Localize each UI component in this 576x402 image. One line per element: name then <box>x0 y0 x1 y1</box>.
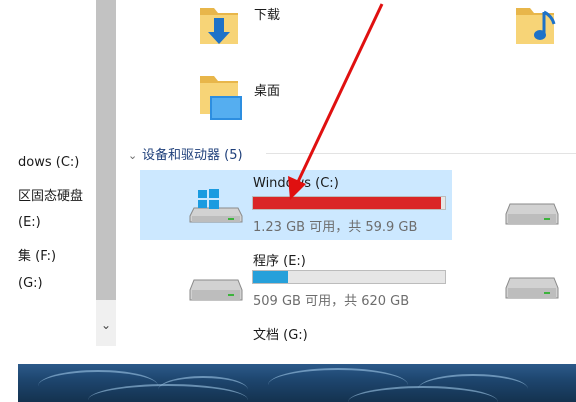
nav-item-f-drive[interactable]: 集 (F:) <box>18 245 56 264</box>
nav-item-ssd[interactable]: 区固态硬盘 <box>18 185 83 204</box>
navigation-pane: dows (C:) 区固态硬盘 (E:) 集 (F:) (G:) <box>0 0 96 346</box>
drive-c-name: Windows (C:) <box>253 176 339 191</box>
folder-downloads-label: 下载 <box>254 8 281 23</box>
folder-desktop[interactable]: 桌面 <box>196 72 336 126</box>
scroll-down-icon[interactable]: ⌄ <box>96 314 116 336</box>
drive-e-name: 程序 (E:) <box>253 254 306 269</box>
downloads-folder-icon <box>200 8 238 44</box>
nav-scrollbar[interactable]: ⌄ <box>96 0 116 346</box>
drive-icon <box>189 279 243 301</box>
drive-e-usage-fill <box>253 271 288 283</box>
devices-group-label: 设备和驱动器 (5) <box>142 148 243 163</box>
nav-item-g-drive[interactable]: (G:) <box>18 276 43 291</box>
drive-c-usage-bar <box>252 196 446 210</box>
drive-c-usage-fill <box>253 197 441 209</box>
folder-downloads[interactable]: 下载 <box>196 2 336 52</box>
content-pane: 下载 桌面 ⌄ 设备和驱动器 (5) Windows (C:) 1.23 GB … <box>116 0 576 346</box>
nav-item-e-drive[interactable]: (E:) <box>18 215 41 230</box>
desktop-wallpaper <box>18 364 576 402</box>
drive-c-space: 1.23 GB 可用，共 59.9 GB <box>253 220 418 235</box>
drive-g[interactable]: 文档 (G:) <box>140 318 452 346</box>
group-divider <box>266 153 576 154</box>
nav-item-windows-c[interactable]: dows (C:) <box>18 155 79 170</box>
drive-e-space: 509 GB 可用，共 620 GB <box>253 294 410 309</box>
windows-drive-icon <box>189 189 243 223</box>
drive-e[interactable]: 程序 (E:) 509 GB 可用，共 620 GB <box>140 244 452 314</box>
file-explorer-window: dows (C:) 区固态硬盘 (E:) 集 (F:) (G:) ⌄ 下载 桌面… <box>0 0 576 346</box>
folder-music[interactable] <box>514 2 576 52</box>
music-folder-icon <box>516 8 556 44</box>
drive-icon[interactable] <box>504 270 560 310</box>
drive-windows-c[interactable]: Windows (C:) 1.23 GB 可用，共 59.9 GB <box>140 170 452 240</box>
drive-g-name: 文档 (G:) <box>253 328 308 343</box>
drive-e-usage-bar <box>252 270 446 284</box>
desktop-background <box>0 346 576 402</box>
drive-icon[interactable] <box>504 196 560 236</box>
folder-desktop-label: 桌面 <box>254 84 281 99</box>
scroll-thumb[interactable] <box>96 0 116 300</box>
devices-group-header[interactable]: ⌄ 设备和驱动器 (5) <box>128 144 243 163</box>
chevron-down-icon[interactable]: ⌄ <box>128 149 142 162</box>
desktop-folder-icon <box>200 76 242 120</box>
